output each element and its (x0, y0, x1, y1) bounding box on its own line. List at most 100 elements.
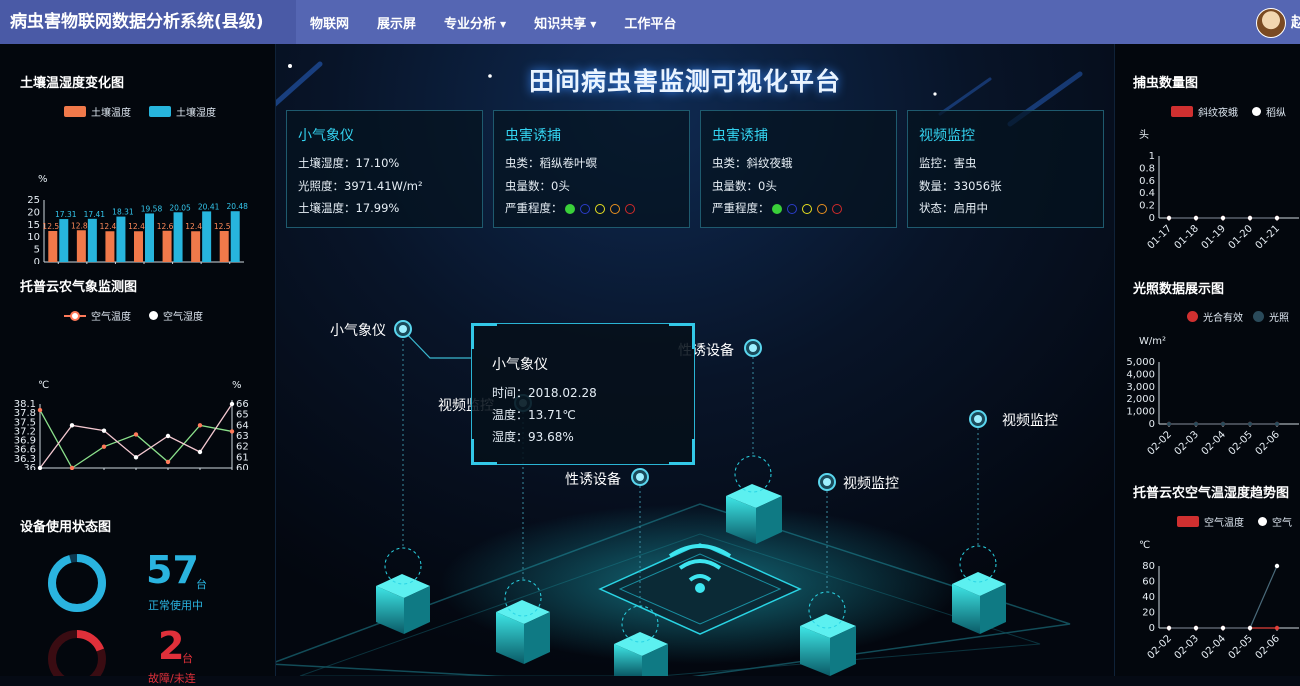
system-title[interactable]: 病虫害物联网数据分析系统(县级) (0, 0, 296, 44)
tooltip-row: 时间：2018.02.28 (492, 386, 597, 400)
user-name[interactable]: 赵 (1291, 12, 1300, 32)
y-tick-label-right: 61 (236, 452, 249, 463)
data-label: 17.41 (84, 210, 106, 219)
bar (145, 213, 154, 262)
map-pin-lure-1[interactable] (631, 468, 649, 486)
severity-dot (801, 203, 812, 214)
x-tick-label: 02-05 (1227, 429, 1255, 457)
nav-analysis[interactable]: 专业分析 ▼ (444, 13, 506, 32)
data-label: 12.8 (71, 221, 88, 230)
data-point (197, 423, 203, 428)
data-point (1166, 625, 1172, 631)
y-axis-unit-left: ℃ (38, 380, 49, 391)
data-point (197, 449, 203, 455)
data-point (1193, 421, 1199, 427)
y-tick-label-right: 65 (236, 410, 249, 421)
y-tick-label-right: 62 (236, 442, 249, 453)
map-label-lure-1[interactable]: 性诱设备 (565, 469, 621, 489)
data-point (1166, 215, 1172, 221)
soil-chart-title: 土壤温湿度变化图 (20, 76, 125, 91)
data-label: 12.4 (185, 222, 202, 231)
x-tick-label: 02-02 (1146, 429, 1174, 457)
data-point (165, 433, 171, 439)
user-avatar[interactable] (1256, 8, 1286, 38)
y-tick-label: 38.1 (14, 399, 36, 410)
data-point (69, 465, 75, 470)
left-panel: 土壤温湿度变化图 土壤温度 土壤湿度 %051015202501-1701-18… (0, 44, 276, 685)
nav-workbench[interactable]: 工作平台 (624, 13, 676, 32)
severity-dot (786, 203, 797, 214)
bar (230, 211, 240, 262)
y-tick-label: 20 (27, 207, 40, 218)
weather-line-chart: ℃%3636.336.636.937.237.537.838.107-2807-… (14, 380, 249, 470)
data-point (101, 428, 107, 433)
nav-knowledge[interactable]: 知识共享 ▼ (534, 13, 596, 32)
x-tick-label: 02-02 (1146, 633, 1174, 661)
legend-dot (1258, 517, 1267, 526)
y-axis-unit: W/m² (1139, 336, 1166, 347)
tooltip-row: 湿度：93.68% (492, 430, 574, 444)
data-point (1193, 215, 1199, 221)
y-tick-label: 5,000 (1126, 357, 1155, 368)
airtrend-chart-title: 托普云农空气温湿度趋势图 (1133, 486, 1290, 501)
card-pest-trap-2[interactable]: 虫害诱捕 虫类：斜纹夜蛾 虫量数：0头 严重程度： (700, 110, 897, 228)
tooltip-corner (669, 439, 695, 465)
map-label-weather-station[interactable]: 小气象仪 (330, 320, 386, 340)
y-tick-label: 80 (1142, 561, 1155, 572)
legend-dot (149, 311, 158, 320)
bar (76, 230, 86, 262)
card-row: 数量：33056张 (919, 179, 1002, 193)
nav-iot[interactable]: 物联网 (310, 13, 349, 32)
map-pin-video-2[interactable] (818, 473, 836, 491)
tooltip-corner (669, 323, 695, 349)
x-tick-label: 01-19 (1200, 223, 1228, 251)
legend-line (64, 310, 86, 321)
card-weather-station[interactable]: 小气象仪 土壤湿度：17.10% 光照度：3971.41W/m² 土壤温度：17… (286, 110, 483, 228)
card-row: 土壤湿度：17.10% (298, 156, 400, 170)
severity-dot (579, 203, 590, 214)
light-chart-title: 光照数据展示图 (1133, 282, 1225, 297)
y-tick-label: 0 (1149, 213, 1155, 224)
severity-dot (771, 203, 782, 214)
map-pin-weather-station[interactable] (394, 320, 412, 338)
card-row: 虫类：稻纵卷叶螟 (505, 156, 597, 170)
severity-row: 严重程度： (712, 200, 842, 216)
card-video-monitor[interactable]: 视频监控 监控：害虫 数量：33056张 状态：启用中 (907, 110, 1104, 228)
data-point (1274, 625, 1280, 631)
x-tick-label: 02-04 (1200, 429, 1228, 457)
y-tick-label: 0.4 (1139, 188, 1155, 199)
bar (202, 211, 212, 262)
y-axis-unit: % (38, 174, 48, 185)
fault-count: 2 (158, 624, 185, 668)
map-label-video-3[interactable]: 视频监控 (1002, 410, 1058, 430)
severity-row: 严重程度： (505, 200, 635, 216)
bar (191, 231, 201, 262)
normal-label: 正常使用中 (148, 599, 203, 612)
map-pin-video-3[interactable] (969, 410, 987, 428)
x-tick-label: 02-06 (1254, 633, 1282, 661)
y-tick-label: 1 (1149, 151, 1155, 162)
x-tick-label: 01-17 (1146, 223, 1174, 251)
map-pin-lure-2[interactable] (744, 339, 762, 357)
tooltip-row: 温度：13.71℃ (492, 408, 576, 422)
card-title: 虫害诱捕 (505, 128, 561, 144)
x-tick-label: 01-21 (1254, 223, 1282, 251)
severity-dot (816, 203, 827, 214)
nav-display[interactable]: 展示屏 (377, 13, 416, 32)
severity-dot (564, 203, 575, 214)
data-label: 12.5 (214, 222, 231, 231)
nav-menu: 物联网 展示屏 专业分析 ▼ 知识共享 ▼ 工作平台 (296, 13, 690, 32)
tooltip-title: 小气象仪 (492, 357, 548, 373)
y-tick-label: 20 (1142, 608, 1155, 619)
fault-ring (48, 630, 106, 676)
y-tick-label-right: 60 (236, 463, 249, 470)
y-tick-label: 15 (27, 220, 40, 231)
data-point (229, 429, 235, 434)
data-point (1220, 625, 1226, 631)
catch-legend: 斜纹夜蛾 稻纵 (1171, 104, 1286, 119)
map-label-video-2[interactable]: 视频监控 (843, 473, 899, 493)
legend-dot (1253, 311, 1264, 322)
card-pest-trap-1[interactable]: 虫害诱捕 虫类：稻纵卷叶螟 虫量数：0头 严重程度： (493, 110, 690, 228)
y-tick-label: 5 (34, 245, 40, 256)
y-tick-label: 1,000 (1126, 407, 1155, 418)
